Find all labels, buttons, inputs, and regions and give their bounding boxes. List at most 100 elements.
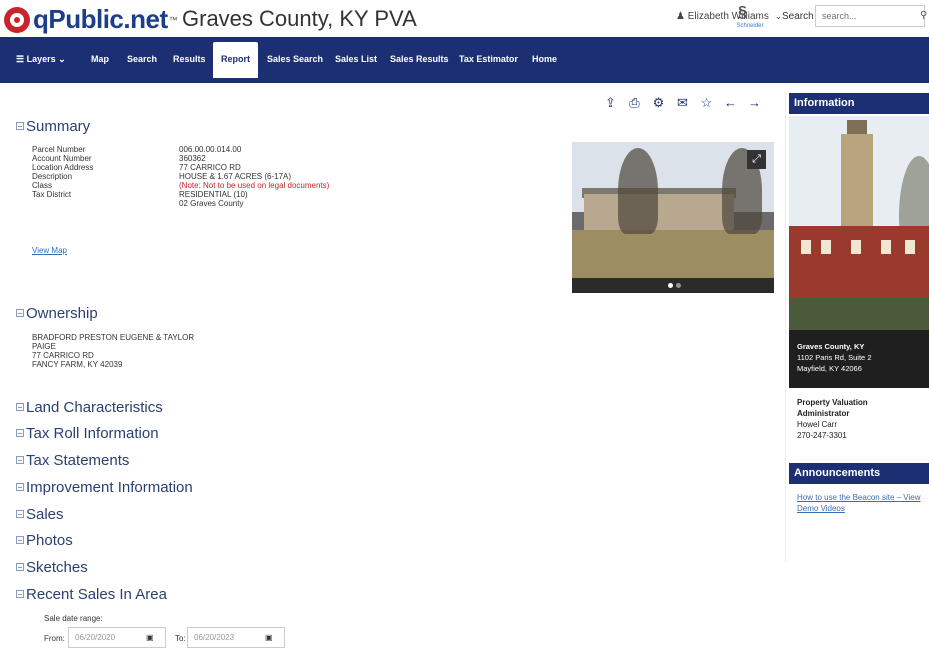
nav-tax-estimator[interactable]: Tax Estimator — [459, 54, 518, 64]
section-ownership[interactable]: Ownership — [16, 305, 98, 322]
field-label: Description — [32, 172, 73, 181]
nav-sales-list[interactable]: Sales List — [335, 54, 377, 64]
carousel-dot-active[interactable] — [668, 283, 673, 288]
arrow-left-icon[interactable]: ← — [724, 96, 737, 110]
expand-box-icon — [16, 429, 24, 437]
brand-logo[interactable]: qPublic.net ™ — [4, 4, 178, 35]
schneider-logo[interactable]: § Schneider — [733, 4, 767, 32]
view-map-link[interactable]: View Map — [32, 246, 67, 255]
nav-report[interactable]: Report — [213, 42, 258, 78]
nav-sales-results[interactable]: Sales Results — [390, 54, 449, 64]
office-county: Graves County, KY — [797, 342, 865, 351]
header: qPublic.net ™ Graves County, KY PVA ♟ El… — [0, 0, 929, 37]
summary-values: 006.00.00.014.00 360362 77 CARRICO RD HO… — [179, 145, 329, 208]
expand-box-icon — [16, 483, 24, 491]
user-icon: ♟ — [676, 11, 685, 22]
nav-sales-search[interactable]: Sales Search — [267, 54, 323, 64]
share-icon[interactable]: ⇪ — [604, 96, 617, 110]
pva-contact: Property Valuation Administrator Howel C… — [797, 397, 868, 441]
trademark-mark: ™ — [168, 14, 178, 25]
section-title: Improvement Information — [26, 479, 193, 496]
field-label: Account Number — [32, 154, 92, 163]
report-toolbar: ⇪ ⎙ ⚙ ✉ ☆ ← → — [604, 96, 772, 110]
photo-ground — [572, 230, 774, 278]
courthouse-window — [801, 240, 811, 254]
expand-box-icon — [16, 456, 24, 464]
calendar-icon[interactable]: ▣ — [146, 633, 154, 642]
courthouse-body — [789, 226, 929, 298]
beacon-demo-link[interactable]: How to use the Beacon site – View Demo V… — [797, 492, 920, 514]
section-land-characteristics[interactable]: Land Characteristics — [16, 399, 163, 416]
section-summary[interactable]: Summary — [16, 118, 90, 135]
expand-box-icon — [16, 536, 24, 544]
description: HOUSE & 1.67 ACRES (6-17A) — [179, 172, 292, 181]
parcel-number: 006.00.00.014.00 — [179, 145, 242, 154]
courthouse-tower — [841, 134, 873, 234]
legal-note: (Note: Not to be used on legal documents… — [179, 181, 330, 190]
gear-icon[interactable]: ⚙ — [652, 96, 665, 110]
office-address-caption: Graves County, KY 1102 Paris Rd, Suite 2… — [789, 330, 929, 388]
owner-line: 77 CARRICO RD — [32, 351, 94, 360]
nav-home[interactable]: Home — [532, 54, 557, 64]
schneider-logo-icon: § — [738, 4, 747, 21]
section-sales[interactable]: Sales — [16, 506, 64, 523]
nav-results[interactable]: Results — [173, 54, 206, 64]
section-title: Sketches — [26, 559, 88, 576]
office-city: Mayfield, KY 42066 — [797, 364, 862, 373]
print-icon[interactable]: ⎙ — [628, 96, 641, 110]
email-icon[interactable]: ✉ — [676, 96, 689, 110]
calendar-icon[interactable]: ▣ — [265, 633, 273, 642]
announcements-header: Announcements — [789, 463, 929, 484]
site-title: Graves County, KY PVA — [182, 6, 417, 31]
to-date-value: 06/20/2023 — [194, 633, 235, 642]
courthouse-window — [851, 240, 861, 254]
arrow-right-icon[interactable]: → — [748, 96, 761, 110]
collapse-icon — [16, 590, 24, 598]
section-title: Tax Roll Information — [26, 425, 159, 442]
nav-search[interactable]: Search — [127, 54, 157, 64]
search-icon[interactable]: ⚲ — [920, 10, 929, 20]
field-label: Tax District — [32, 190, 72, 199]
nav-layers[interactable]: ☰ Layers ⌄ — [16, 54, 66, 65]
field-label: Parcel Number — [32, 145, 86, 154]
class-value: RESIDENTIAL (10) — [179, 190, 248, 199]
owner-line: BRADFORD PRESTON EUGENE & TAYLOR — [32, 333, 195, 342]
section-tax-roll[interactable]: Tax Roll Information — [16, 425, 159, 442]
section-recent-sales[interactable]: Recent Sales In Area — [16, 586, 167, 603]
section-title: Photos — [26, 532, 73, 549]
courthouse-window — [881, 240, 891, 254]
from-date-value: 06/20/2020 — [75, 633, 116, 642]
information-header: Information — [789, 93, 929, 114]
section-title: Summary — [26, 118, 91, 135]
expand-icon[interactable]: ⤢ — [747, 150, 766, 169]
section-title: Sales — [26, 506, 64, 523]
summary-labels: Parcel Number Account Number Location Ad… — [32, 145, 93, 199]
nav-map[interactable]: Map — [91, 54, 109, 64]
location-address: 77 CARRICO RD — [179, 163, 241, 172]
photo-tree — [618, 148, 658, 234]
section-sketches[interactable]: Sketches — [16, 559, 88, 576]
collapse-icon — [16, 122, 24, 130]
search-input[interactable] — [815, 5, 925, 27]
link-line: Demo Videos — [797, 504, 845, 513]
office-street: 1102 Paris Rd, Suite 2 — [797, 353, 872, 362]
section-photos[interactable]: Photos — [16, 532, 73, 549]
courthouse-window — [905, 240, 915, 254]
pva-name: Howel Carr — [797, 420, 838, 429]
section-title: Recent Sales In Area — [26, 586, 167, 603]
schneider-label: Schneider — [736, 23, 764, 29]
section-tax-statements[interactable]: Tax Statements — [16, 452, 129, 469]
section-title: Ownership — [26, 305, 98, 322]
section-improvement[interactable]: Improvement Information — [16, 479, 193, 496]
collapse-icon — [16, 309, 24, 317]
owner-block: BRADFORD PRESTON EUGENE & TAYLOR PAIGE 7… — [32, 333, 194, 369]
star-icon[interactable]: ☆ — [700, 96, 713, 110]
expand-box-icon — [16, 563, 24, 571]
sale-date-range-label: Sale date range: — [44, 614, 103, 623]
courthouse-photo — [789, 116, 929, 330]
brand-name: qPublic.net — [33, 4, 168, 34]
property-photo[interactable]: ⤢ — [572, 142, 774, 293]
search-label: Search — [782, 11, 814, 22]
courthouse-lawn — [789, 298, 929, 330]
carousel-dot[interactable] — [676, 283, 681, 288]
